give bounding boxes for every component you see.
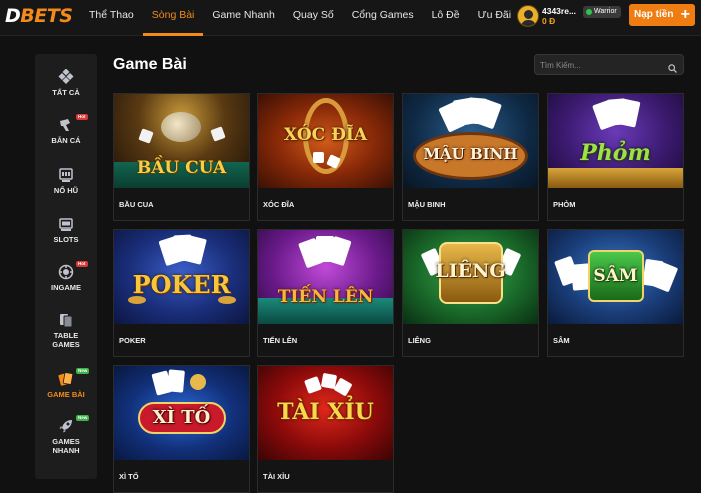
game-art-title: POKER [132,270,231,299]
avatar[interactable] [517,5,539,27]
hot-badge: Hot [76,114,88,120]
logo[interactable]: DBETS [5,5,73,27]
label-line-1: GAMES [52,437,80,446]
sidebar-item-card-games[interactable]: New GAME BÀI [35,368,97,399]
game-thumbnail: XÌ TỐ [114,366,249,460]
search-icon[interactable] [668,60,677,73]
nav-casino[interactable]: Sòng Bài [142,0,204,36]
game-card-sam[interactable]: SÂM SÂM [547,229,684,357]
game-card-xi-to[interactable]: XÌ TỐ XÌ TỐ [113,365,250,493]
sidebar-item-ingame[interactable]: Hot INGAME [35,261,97,292]
card-game-icon [58,371,74,387]
plus-icon: + [680,6,690,23]
nav-game-portal[interactable]: Cổng Games [343,0,423,36]
game-art-title: LIÊNG [435,260,506,282]
nav-lottery[interactable]: Quay Số [284,0,343,36]
game-card-lieng[interactable]: LIÊNG LIÊNG [402,229,539,357]
sidebar-item-jackpot[interactable]: NỔ HŨ [35,167,97,195]
game-thumbnail: MẬU BINH [403,94,538,188]
nav-promotions[interactable]: Ưu Đãi [469,0,520,36]
category-sidebar: TẤT CẢ Hot BẮN CÁ NỔ HŨ SLOTS Hot INGAME… [35,54,97,479]
search-box[interactable] [534,54,684,75]
nav-quick-games[interactable]: Game Nhanh [203,0,283,36]
game-label: TIẾN LÊN [263,336,298,345]
game-card-bau-cua[interactable]: BẦU CUA BẦU CUA [113,93,250,221]
search-input[interactable] [540,58,665,72]
deposit-button[interactable]: Nạp tiền + [629,4,695,26]
main-nav: Thể Thao Sòng Bài Game Nhanh Quay Số Cổn… [80,0,520,36]
sidebar-item-all[interactable]: TẤT CẢ [35,68,97,97]
game-art-title: SÂM [593,266,638,286]
game-label: POKER [119,336,146,345]
slots-icon [58,216,74,232]
gem-icon [586,9,592,15]
page-title: Game Bài [113,56,187,73]
sidebar-item-quick-games[interactable]: New GAMES NHANH [35,415,97,455]
new-badge: New [76,368,90,374]
game-label: XÓC ĐĨA [263,200,295,209]
game-art-title: TÀI XỈU [277,399,374,425]
nav-lode[interactable]: Lô Đề [423,0,469,36]
fish-icon [58,117,74,133]
game-thumbnail: SÂM [548,230,683,324]
game-label: TÀI XỈU [263,472,290,481]
game-card-xoc-dia[interactable]: XÓC ĐĨA XÓC ĐĨA [257,93,394,221]
sidebar-item-label: TABLE GAMES [35,331,97,349]
user-info: 4343re... 0 Đ [542,6,576,26]
game-card-phom[interactable]: Phỏm PHỎM [547,93,684,221]
sidebar-item-label: GAMES NHANH [35,437,97,455]
game-art-title: Phỏm [580,140,651,166]
user-account[interactable]: 4343re... 0 Đ [517,5,576,27]
label-line-1: TABLE [53,331,79,340]
game-label: MẬU BINH [408,200,446,209]
top-navbar: DBETS Thể Thao Sòng Bài Game Nhanh Quay … [0,0,701,36]
game-label: SÂM [553,336,570,345]
game-thumbnail: BẦU CUA [114,94,249,188]
game-art-title: TIẾN LÊN [277,287,374,307]
game-label: LIÊNG [408,336,431,345]
label-line-2: GAMES [52,340,80,349]
game-thumbnail: Phỏm [548,94,683,188]
hot-badge: Hot [76,261,88,267]
game-art-title: MẬU BINH [423,145,518,163]
deposit-label: Nạp tiền [634,9,674,20]
nav-sports[interactable]: Thể Thao [80,0,143,36]
sidebar-item-slots[interactable]: SLOTS [35,216,97,244]
game-label: XÌ TỐ [119,472,139,481]
jackpot-icon [58,167,74,183]
game-thumbnail: TÀI XỈU [258,366,393,460]
sidebar-item-label: TẤT CẢ [52,88,80,97]
new-badge: New [76,415,90,421]
label-line-2: NHANH [52,446,80,455]
table-games-icon [58,312,74,328]
sidebar-item-table-games[interactable]: TABLE GAMES [35,312,97,349]
game-label: BẦU CUA [119,200,154,209]
rank-label: Warrior [594,8,617,15]
rocket-icon [58,418,74,434]
sidebar-item-label: NỔ HŨ [53,186,79,195]
sidebar-item-label: BẮN CÁ [51,136,81,145]
game-thumbnail: XÓC ĐĨA [258,94,393,188]
game-art-title: XÌ TỐ [152,407,211,428]
game-card-tien-len[interactable]: TIẾN LÊN TIẾN LÊN [257,229,394,357]
balance: 0 Đ [542,16,556,26]
sidebar-item-label: SLOTS [53,235,79,244]
sidebar-item-label: GAME BÀI [47,390,85,399]
game-thumbnail: POKER [114,230,249,324]
sidebar-item-label: INGAME [51,283,81,292]
game-art-title: BẦU CUA [136,158,227,178]
ingame-icon [58,264,74,280]
sidebar-item-fishing[interactable]: Hot BẮN CÁ [35,114,97,145]
game-art-title: XÓC ĐĨA [283,125,368,145]
username: 4343re... [542,6,577,16]
rank-badge: Warrior [583,6,621,18]
game-label: PHỎM [553,200,576,209]
game-card-poker[interactable]: POKER POKER [113,229,250,357]
game-card-mau-binh[interactable]: MẬU BINH MẬU BINH [402,93,539,221]
game-thumbnail: TIẾN LÊN [258,230,393,324]
game-thumbnail: LIÊNG [403,230,538,324]
all-icon [58,68,74,85]
game-card-tai-xiu[interactable]: TÀI XỈU TÀI XỈU [257,365,394,493]
